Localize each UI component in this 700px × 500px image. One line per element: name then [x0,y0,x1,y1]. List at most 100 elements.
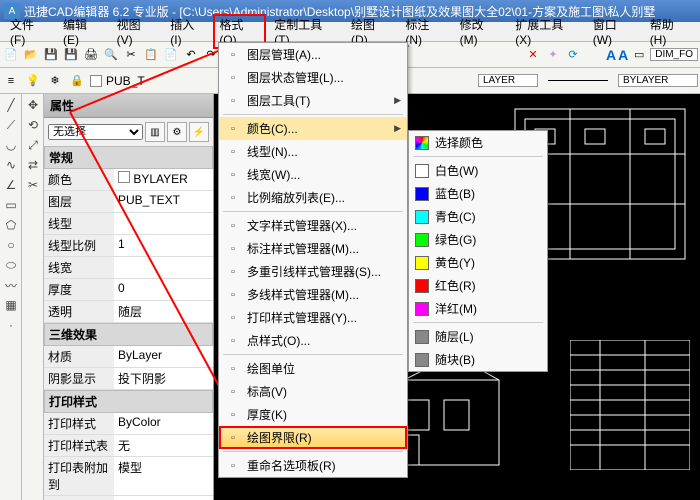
prop-value[interactable] [114,257,213,278]
undo-icon[interactable]: ↶ [182,46,200,64]
polyline-tool-icon[interactable]: ⟋ [2,116,20,134]
rotate-tool-icon[interactable]: ⟲ [24,116,42,134]
freeze-icon[interactable]: ❄ [46,72,64,90]
paste-icon[interactable]: 📄 [162,46,180,64]
prop-row[interactable]: 线型比例1 [44,235,213,257]
menu-item[interactable]: ▫图层状态管理(L)... [219,66,407,89]
menu-8[interactable]: 修改(M) [454,14,508,49]
saveas-icon[interactable]: 💾 [62,46,80,64]
menu-item[interactable]: ▫重命名选项板(R) [219,454,407,477]
move-tool-icon[interactable]: ✥ [24,96,42,114]
menu-item[interactable]: ▫图层工具(T)▶ [219,89,407,112]
prop-value[interactable] [114,213,213,234]
prop-row[interactable]: 图层PUB_TEXT [44,191,213,213]
new-icon[interactable]: 📄 [2,46,20,64]
hatch-tool-icon[interactable]: ▦ [2,296,20,314]
color-item[interactable]: 随层(L) [409,325,547,348]
text-a-icon[interactable]: A [606,47,616,63]
bulb-icon[interactable]: 💡 [24,72,42,90]
prop-value[interactable]: 随层 [114,301,213,322]
prop-value[interactable]: 1 [114,235,213,256]
color-item[interactable]: 洋红(M) [409,297,547,320]
prop-value[interactable]: 投下阴影 [114,368,213,389]
spline-tool-icon[interactable]: 〰 [2,276,20,294]
menu-3[interactable]: 插入(I) [164,14,211,49]
prop-value[interactable]: BYLAYER [114,169,213,190]
menu-item[interactable]: ▫厚度(K) [219,403,407,426]
pick-icon[interactable]: ▥ [145,122,165,142]
text-tool-icon[interactable]: ▭ [630,46,648,64]
trim-tool-icon[interactable]: ✂ [24,176,42,194]
menu-item[interactable]: ▫图层管理(A)... [219,43,407,66]
layers-icon[interactable]: ≡ [2,72,20,90]
prop-value[interactable]: 无 [114,435,213,456]
menu-item[interactable]: ▫线型(N)... [219,140,407,163]
menu-item[interactable]: ▫绘图单位 [219,357,407,380]
prop-row[interactable]: 打印表附加到模型 [44,457,213,496]
copy-icon[interactable]: 📋 [142,46,160,64]
menu-1[interactable]: 编辑(E) [57,14,109,49]
menu-item[interactable]: ▫多线样式管理器(M)... [219,283,407,306]
tool2-icon[interactable]: ✦ [544,46,562,64]
circle-tool-icon[interactable]: ○ [2,236,20,254]
menu-item[interactable]: ▫点样式(O)... [219,329,407,352]
prop-value[interactable]: 0 [114,279,213,300]
filter-icon[interactable]: ⚙ [167,122,187,142]
prop-row[interactable]: 颜色 BYLAYER [44,169,213,191]
color-item[interactable]: 青色(C) [409,205,547,228]
menu-item[interactable]: ▫标高(V) [219,380,407,403]
preview-icon[interactable]: 🔍 [102,46,120,64]
menu-item[interactable]: ▫比例缩放列表(E)... [219,186,407,209]
layer-dropdown[interactable]: LAYER [478,74,538,87]
selection-dropdown[interactable]: 无选择 [48,124,143,140]
dim-style-box[interactable]: DIM_FO [650,48,698,61]
menu-item[interactable]: ▫多重引线样式管理器(S)... [219,260,407,283]
bylayer-dropdown[interactable]: BYLAYER [618,74,698,87]
menu-10[interactable]: 窗口(W) [587,14,642,49]
prop-row[interactable]: 打印样式ByColor [44,413,213,435]
menu-item[interactable]: ▫打印样式管理器(Y)... [219,306,407,329]
arc-tool-icon[interactable]: ◡ [2,136,20,154]
menu-item[interactable]: ▫线宽(W)... [219,163,407,186]
menu-item[interactable]: ▫文字样式管理器(X)... [219,214,407,237]
prop-row[interactable]: 材质ByLayer [44,346,213,368]
angle-tool-icon[interactable]: ∠ [2,176,20,194]
scale-tool-icon[interactable]: ⤢ [24,136,42,154]
menu-item[interactable]: ▫颜色(C)...▶ [219,117,407,140]
menu-11[interactable]: 帮助(H) [644,14,696,49]
color-item[interactable]: 白色(W) [409,159,547,182]
prop-value[interactable]: 模型 [114,457,213,495]
color-item[interactable]: 选择颜色 [409,131,547,154]
color-item[interactable]: 随块(B) [409,348,547,371]
open-icon[interactable]: 📂 [22,46,40,64]
menu-item[interactable]: ▫绘图界限(R) [219,426,407,449]
prop-row[interactable]: 阴影显示投下阴影 [44,368,213,390]
prop-row[interactable]: 打印表类型依赖于随 [44,496,213,500]
prop-row[interactable]: 透明随层 [44,301,213,323]
color-item[interactable]: 红色(R) [409,274,547,297]
lock-icon[interactable]: 🔒 [68,72,86,90]
rect-tool-icon[interactable]: ▭ [2,196,20,214]
quick-icon[interactable]: ⚡ [189,122,209,142]
menu-item[interactable]: ▫标注样式管理器(M)... [219,237,407,260]
polygon-tool-icon[interactable]: ⬠ [2,216,20,234]
mirror-tool-icon[interactable]: ⇄ [24,156,42,174]
prop-row[interactable]: 线型 [44,213,213,235]
save-icon[interactable]: 💾 [42,46,60,64]
prop-row[interactable]: 厚度0 [44,279,213,301]
prop-row[interactable]: 打印样式表无 [44,435,213,457]
menu-0[interactable]: 文件(F) [4,14,55,49]
prop-row[interactable]: 线宽 [44,257,213,279]
print-icon[interactable]: 🖨 [82,46,100,64]
color-item[interactable]: 绿色(G) [409,228,547,251]
refresh-icon[interactable]: ⟳ [564,46,582,64]
menu-9[interactable]: 扩展工具(X) [509,14,584,49]
star-icon[interactable]: ✕ [524,46,542,64]
point-tool-icon[interactable]: · [2,316,20,334]
layer-checkbox[interactable] [90,75,102,87]
prop-value[interactable]: ByLayer [114,346,213,367]
cut-icon[interactable]: ✂ [122,46,140,64]
prop-value[interactable]: ByColor [114,413,213,434]
prop-value[interactable]: PUB_TEXT [114,191,213,212]
line-tool-icon[interactable]: ╱ [2,96,20,114]
